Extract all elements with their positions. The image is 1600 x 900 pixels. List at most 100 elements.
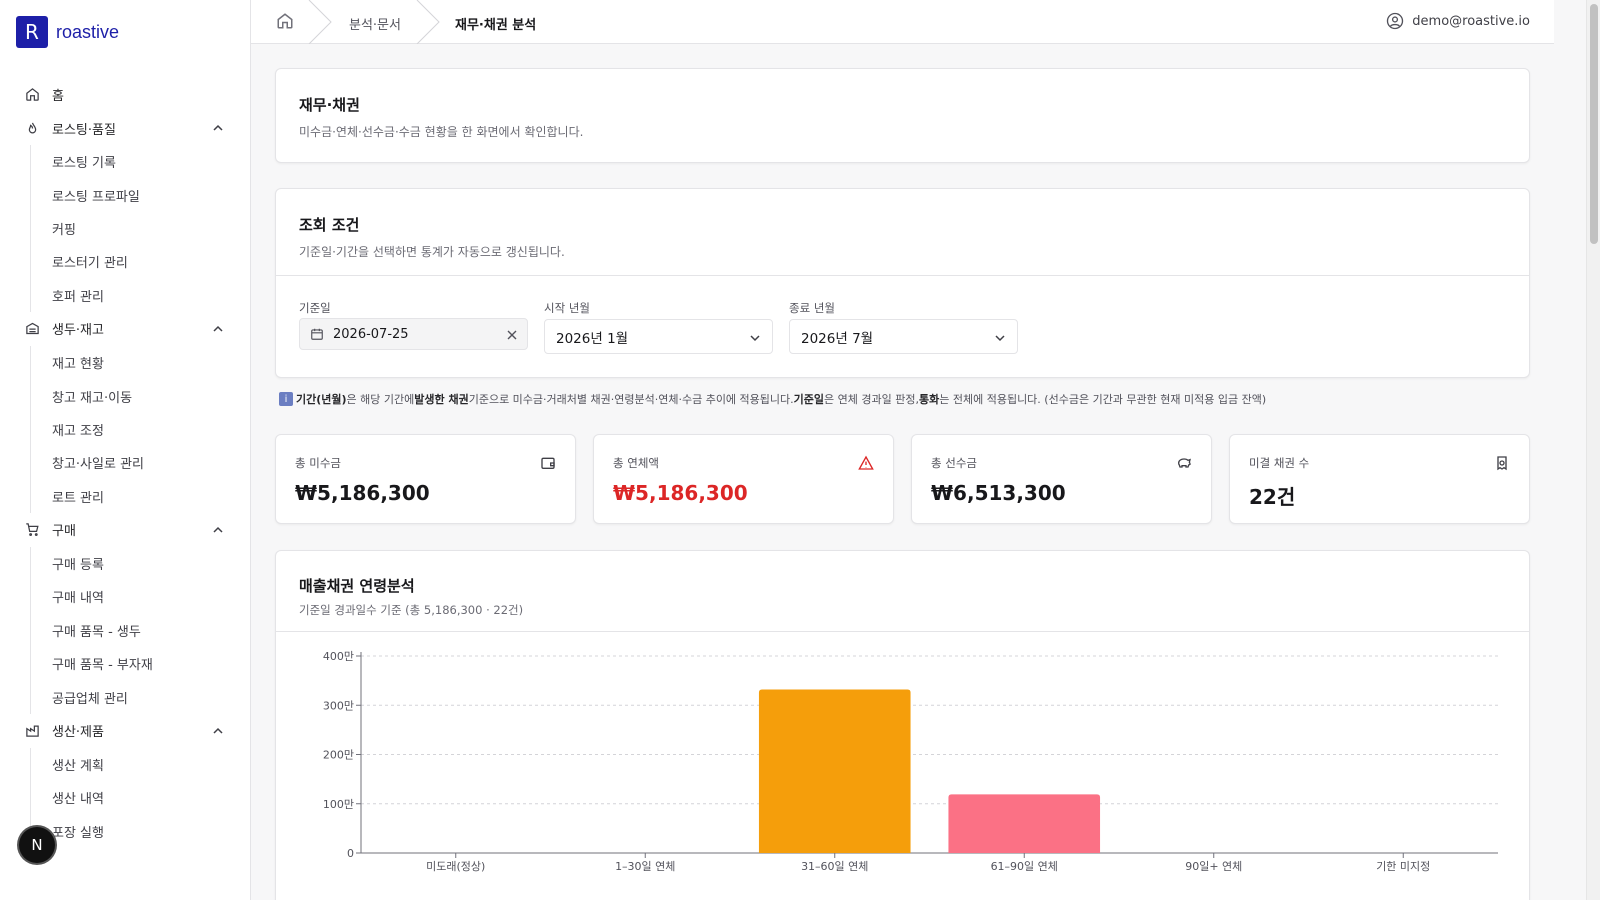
- note-part: 는 전체에 적용됩니다. (선수금은 기간과 무관한 현재 미적용 입금 잔액): [939, 393, 1267, 406]
- y-tick-label: 200만: [323, 749, 354, 762]
- x-tick-label: 61–90일 연체: [991, 859, 1058, 873]
- sidebar-item-home[interactable]: 홈: [0, 77, 250, 111]
- sidebar-item-production-plan[interactable]: 생산 계획: [31, 748, 250, 781]
- kpi-card-advance: 총 선수금 ₩6,513,300: [911, 434, 1212, 524]
- kpi-label: 총 연체액: [613, 456, 659, 470]
- clear-icon[interactable]: [506, 329, 518, 341]
- kpi-value: 22건: [1249, 485, 1296, 509]
- note-part: 기준으로 미수금·거래처별 채권·연령분석·연체·수금 추이에 적용됩니다.: [468, 393, 794, 406]
- y-tick-label: 100만: [323, 798, 354, 811]
- breadcrumb-item[interactable]: 분석·문서: [349, 14, 401, 33]
- end-month-label: 종료 년월: [789, 301, 835, 315]
- sidebar-item-roasting-log[interactable]: 로스팅 기록: [31, 145, 250, 178]
- sidebar-item-purchase-green[interactable]: 구매 품목 - 생두: [31, 614, 250, 647]
- kpi-value: ₩5,186,300: [613, 481, 748, 505]
- page-description: 미수금·연체·선수금·수금 현황을 한 화면에서 확인합니다.: [299, 125, 584, 139]
- receipt-icon: [1497, 456, 1507, 471]
- sidebar-group-inventory[interactable]: 생두·재고: [0, 312, 250, 346]
- page-scrollbar[interactable]: [1586, 0, 1600, 900]
- sidebar-item-silo[interactable]: 창고·사일로 관리: [31, 446, 250, 479]
- scrollbar-thumb[interactable]: [1590, 4, 1598, 244]
- sidebar-item-packaging[interactable]: 포장 실행: [31, 815, 250, 848]
- sidebar-group-roasting[interactable]: 로스팅·품질: [0, 111, 250, 145]
- chevron-up-icon[interactable]: [212, 524, 224, 536]
- sidebar-group-label: 생산·제품: [52, 725, 104, 741]
- start-month-label: 시작 년월: [544, 301, 590, 315]
- sidebar-submenu: 로스팅 기록 로스팅 프로파일 커핑 로스터기 관리 호퍼 관리: [30, 145, 250, 312]
- y-tick-label: 400만: [323, 650, 354, 663]
- breadcrumb-current: 재무·채권 분석: [455, 18, 537, 33]
- sidebar-item-cupping[interactable]: 커핑: [31, 212, 250, 245]
- topbar: 분석·문서 재무·채권 분석 demo@roastive.io: [251, 0, 1554, 44]
- wallet-icon: [541, 457, 555, 469]
- calendar-icon: [311, 328, 323, 340]
- note-part: 기준일: [793, 393, 825, 406]
- x-tick-label: 31–60일 연체: [801, 859, 868, 873]
- sidebar-item-stock[interactable]: 재고 현황: [31, 346, 250, 379]
- x-tick-label: 90일+ 연체: [1185, 859, 1242, 873]
- sidebar-item-hopper[interactable]: 호퍼 관리: [31, 279, 250, 312]
- y-tick-label: 300만: [323, 699, 354, 712]
- page-title: 재무·채권: [299, 96, 360, 114]
- sidebar-nav: 홈 로스팅·품질 로스팅 기록 로스팅 프로파일 커핑 로스터기 관리 호퍼 관…: [0, 77, 250, 849]
- home-icon[interactable]: [276, 12, 294, 30]
- sidebar-submenu: 구매 등록 구매 내역 구매 품목 - 생두 구매 품목 - 부자재 공급업체 …: [30, 546, 250, 714]
- page-header-card: 재무·채권 미수금·연체·선수금·수금 현황을 한 화면에서 확인합니다.: [275, 68, 1530, 163]
- chevron-up-icon[interactable]: [212, 323, 224, 335]
- sidebar-item-label: 홈: [52, 88, 64, 104]
- sidebar-item-supplier[interactable]: 공급업체 관리: [31, 680, 250, 713]
- user-menu[interactable]: demo@roastive.io: [1386, 12, 1530, 30]
- brand[interactable]: R roastive: [16, 16, 250, 48]
- sidebar-item-lot[interactable]: 로트 관리: [31, 480, 250, 513]
- sidebar-item-purchase-new[interactable]: 구매 등록: [31, 547, 250, 580]
- sidebar-submenu: 생산 계획 생산 내역 포장 실행: [30, 747, 250, 849]
- factory-icon: [24, 723, 40, 739]
- start-month-select[interactable]: 2026년 1월: [544, 319, 773, 354]
- home-icon: [24, 86, 40, 102]
- chevron-up-icon[interactable]: [212, 725, 224, 737]
- base-date-input[interactable]: 2026-07-25: [299, 318, 528, 350]
- sidebar: R roastive 홈 로스팅·품질 로스팅 기록 로스팅 프로파일 커핑 로…: [0, 0, 251, 900]
- flame-icon: [24, 120, 40, 136]
- piggy-bank-icon: [1177, 458, 1191, 468]
- chevron-up-icon[interactable]: [212, 122, 224, 134]
- kpi-card-overdue: 총 연체액 ₩5,186,300: [593, 434, 894, 524]
- sidebar-item-production-history[interactable]: 생산 내역: [31, 781, 250, 814]
- aging-chart: 0 100만 200만 300만 400만미도래(정상) 1–30일 연체 31–60일 연…: [323, 650, 1498, 873]
- sidebar-item-warehouse-move[interactable]: 창고 재고·이동: [31, 379, 250, 412]
- sidebar-group-label: 구매: [52, 524, 76, 540]
- end-month-select[interactable]: 2026년 7월: [789, 319, 1018, 354]
- aging-title: 매출채권 연령분석: [299, 577, 415, 595]
- x-tick-label: 1–30일 연체: [615, 859, 675, 873]
- aging-card-header: 매출채권 연령분석 기준일 경과일수 기준 (총 5,186,300 · 22건…: [276, 551, 1529, 632]
- note-part: 통화: [918, 393, 940, 406]
- filter-card-header: 조회 조건 기준일·기간을 선택하면 통계가 자동으로 갱신됩니다.: [276, 189, 1529, 276]
- note-part: 은 해당 기간에: [346, 393, 415, 406]
- kpi-value: ₩5,186,300: [295, 481, 430, 505]
- x-tick-label: 기한 미지정: [1376, 860, 1430, 873]
- sidebar-item-roaster[interactable]: 로스터기 관리: [31, 245, 250, 278]
- aging-subtitle: 기준일 경과일수 기준 (총 5,186,300 · 22건): [299, 603, 524, 617]
- note-part: 기간(년월): [296, 393, 347, 406]
- kpi-label: 총 선수금: [931, 456, 977, 470]
- filter-card: 조회 조건 기준일·기간을 선택하면 통계가 자동으로 갱신됩니다. 기준일 2…: [275, 188, 1530, 378]
- kpi-label: 미결 채권 수: [1249, 456, 1310, 470]
- end-month-value: 2026년 7월: [801, 330, 874, 347]
- start-month-value: 2026년 1월: [556, 330, 629, 347]
- sidebar-item-purchase-material[interactable]: 구매 품목 - 부자재: [31, 647, 250, 680]
- aging-chart-card: 매출채권 연령분석 기준일 경과일수 기준 (총 5,186,300 · 22건…: [275, 550, 1530, 900]
- floating-action-button[interactable]: N: [19, 827, 55, 863]
- sidebar-item-stock-adjust[interactable]: 재고 조정: [31, 413, 250, 446]
- sidebar-item-purchase-history[interactable]: 구매 내역: [31, 580, 250, 613]
- sidebar-item-roasting-profile[interactable]: 로스팅 프로파일: [31, 178, 250, 211]
- sidebar-group-purchase[interactable]: 구매: [0, 513, 250, 547]
- alert-triangle-icon: [858, 455, 874, 470]
- kpi-card-receivable: 총 미수금 ₩5,186,300: [275, 434, 576, 524]
- info-note: i 기간(년월) 은 해당 기간에 발생한 채권 기준으로 미수금·거래처별 채…: [279, 391, 1266, 407]
- sidebar-group-label: 생두·재고: [52, 323, 104, 339]
- y-tick-label: 0: [347, 847, 354, 860]
- base-date-label: 기준일: [299, 301, 331, 315]
- sidebar-group-production[interactable]: 생산·제품: [0, 714, 250, 748]
- chevron-down-icon: [995, 335, 1005, 342]
- warehouse-icon: [24, 321, 40, 337]
